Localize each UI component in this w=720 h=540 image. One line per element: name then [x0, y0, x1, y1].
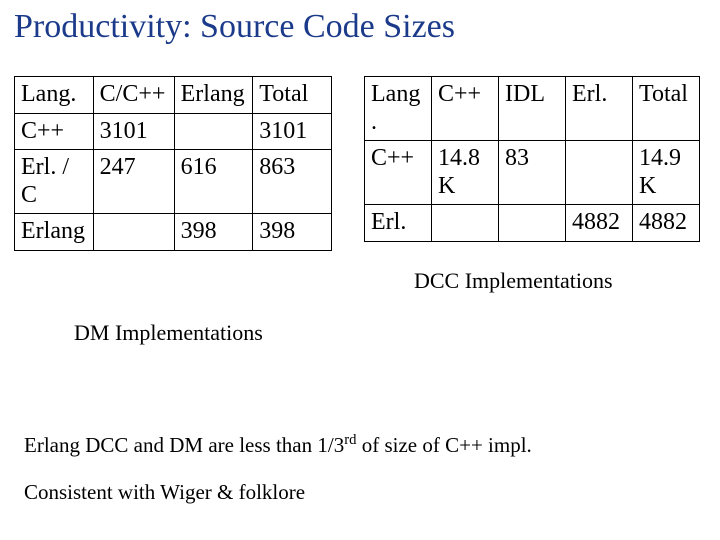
col-header: Erl.	[566, 77, 633, 141]
cell-total: 863	[253, 150, 332, 214]
cell-total: 14.9K	[633, 141, 700, 205]
table-row: Erlang 398 398	[15, 214, 332, 251]
table-row: Lang. C/C++ Erlang Total	[15, 77, 332, 114]
table-row: C++ 3101 3101	[15, 113, 332, 150]
col-header: Lang.	[15, 77, 94, 114]
cell-cpp: 247	[93, 150, 174, 214]
col-header: Total	[633, 77, 700, 141]
cell-cpp	[432, 205, 499, 242]
note-text: of size of C++ impl.	[356, 433, 531, 457]
note-text: Erlang DCC and DM are less than 1/3	[24, 433, 344, 457]
col-header: Lang.	[365, 77, 432, 141]
cell-total: 398	[253, 214, 332, 251]
col-header: C/C++	[93, 77, 174, 114]
cell-idl	[499, 205, 566, 242]
col-header: IDL	[499, 77, 566, 141]
cell-erl: 4882	[566, 205, 633, 242]
page-title: Productivity: Source Code Sizes	[14, 8, 706, 46]
cell-cpp: 14.8K	[432, 141, 499, 205]
cell-lang: C++	[15, 113, 94, 150]
table-row: C++ 14.8K 83 14.9K	[365, 141, 700, 205]
cell-erlang: 398	[174, 214, 253, 251]
cell-erl	[566, 141, 633, 205]
cell-lang: Erl.	[365, 205, 432, 242]
tables-row: Lang. C/C++ Erlang Total C++ 3101 3101 E…	[14, 76, 706, 251]
cell-total: 3101	[253, 113, 332, 150]
table-dcc: Lang. C++ IDL Erl. Total C++ 14.8K 83 14…	[364, 76, 700, 242]
cell-idl: 83	[499, 141, 566, 205]
cell-erlang	[174, 113, 253, 150]
col-header: Total	[253, 77, 332, 114]
cell-erlang: 616	[174, 150, 253, 214]
cell-lang: Erlang	[15, 214, 94, 251]
note-line-2: Consistent with Wiger & folklore	[24, 480, 305, 505]
note-line-1: Erlang DCC and DM are less than 1/3rd of…	[24, 432, 532, 458]
table-row: Lang. C++ IDL Erl. Total	[365, 77, 700, 141]
cell-lang: Erl. / C	[15, 150, 94, 214]
caption-dcc: DCC Implementations	[414, 268, 613, 294]
caption-dm: DM Implementations	[74, 320, 263, 346]
table-dm: Lang. C/C++ Erlang Total C++ 3101 3101 E…	[14, 76, 332, 251]
cell-cpp	[93, 214, 174, 251]
cell-lang: C++	[365, 141, 432, 205]
slide: Productivity: Source Code Sizes Lang. C/…	[0, 0, 720, 540]
ordinal-suffix: rd	[344, 432, 356, 448]
table-row: Erl. 4882 4882	[365, 205, 700, 242]
col-header: Erlang	[174, 77, 253, 114]
table-row: Erl. / C 247 616 863	[15, 150, 332, 214]
col-header: C++	[432, 77, 499, 141]
cell-total: 4882	[633, 205, 700, 242]
cell-cpp: 3101	[93, 113, 174, 150]
